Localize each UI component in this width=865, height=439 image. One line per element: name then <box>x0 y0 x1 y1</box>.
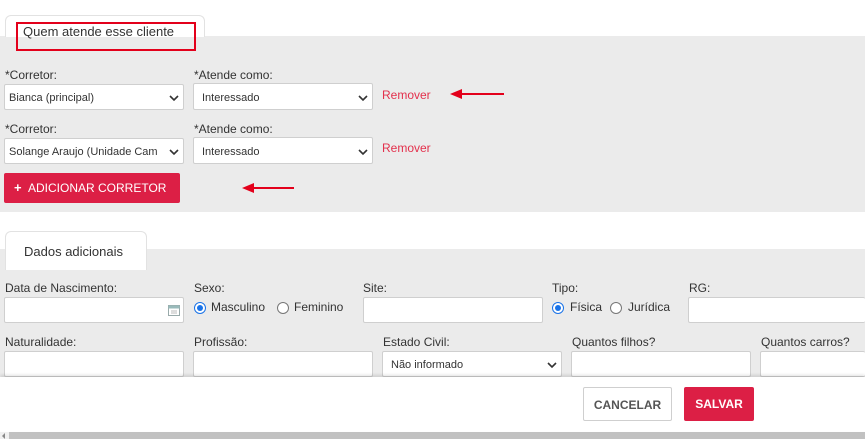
atende-label-2: *Atende como: <box>194 122 273 136</box>
naturalidade-label: Naturalidade: <box>5 335 77 349</box>
birth-date-input[interactable] <box>4 297 184 323</box>
sex-option-masculino: Masculino <box>211 300 266 314</box>
calendar-icon[interactable] <box>168 304 180 316</box>
tipo-option-fisica: Física <box>570 300 603 314</box>
horizontal-scrollbar[interactable] <box>0 432 865 439</box>
atende-value-1: Interessado <box>202 92 260 104</box>
chevron-down-icon <box>169 149 179 156</box>
save-label: SALVAR <box>695 397 743 411</box>
profissao-label: Profissão: <box>194 335 248 349</box>
chevron-down-icon <box>169 95 179 102</box>
additional-section-title: Dados adicionais <box>24 244 124 259</box>
birth-label: Data de Nascimento: <box>5 281 118 295</box>
estado-civil-select[interactable]: Não informado <box>382 351 562 377</box>
corretor-label-2: *Corretor: <box>5 122 58 136</box>
cancel-label: CANCELAR <box>593 398 662 412</box>
filhos-input[interactable] <box>571 351 751 377</box>
sex-radio-masculino[interactable] <box>194 302 206 314</box>
chevron-down-icon <box>358 95 368 102</box>
estado-civil-value: Não informado <box>391 359 464 371</box>
naturalidade-input[interactable] <box>4 351 184 377</box>
sex-radio-feminino[interactable] <box>277 302 289 314</box>
corretor-select-2[interactable]: Solange Araujo (Unidade Cam <box>4 138 184 164</box>
scroll-left-icon[interactable] <box>1 433 7 439</box>
site-input[interactable] <box>363 297 543 323</box>
filhos-label: Quantos filhos? <box>572 335 656 349</box>
remove-link-2[interactable]: Remover <box>382 141 431 155</box>
additional-section-tab: Dados adicionais <box>5 231 147 270</box>
atende-value-2: Interessado <box>202 146 260 158</box>
cancel-button[interactable]: CANCELAR <box>583 387 672 421</box>
corretor-value-2: Solange Araujo (Unidade Cam <box>9 146 158 158</box>
tipo-label: Tipo: <box>552 281 579 295</box>
corretor-label-1: *Corretor: <box>5 68 58 82</box>
save-button[interactable]: SALVAR <box>684 387 754 421</box>
profissao-input[interactable] <box>193 351 373 377</box>
chevron-down-icon <box>358 149 368 156</box>
plus-icon: + <box>14 180 22 195</box>
highlight-box <box>16 22 196 51</box>
sex-label: Sexo: <box>194 281 225 295</box>
remove-link-1[interactable]: Remover <box>382 88 431 102</box>
tipo-radio-juridica[interactable] <box>610 302 622 314</box>
add-corretor-label: ADICIONAR CORRETOR <box>28 181 167 195</box>
atende-select-1[interactable]: Interessado <box>193 83 373 110</box>
rg-label: RG: <box>689 281 711 295</box>
carros-label: Quantos carros? <box>761 335 850 349</box>
carros-input[interactable] <box>760 351 865 377</box>
chevron-down-icon <box>547 362 557 369</box>
site-label: Site: <box>363 281 388 295</box>
rg-input[interactable] <box>688 297 865 323</box>
atende-select-2[interactable]: Interessado <box>193 137 373 164</box>
arrow-annotation-2 <box>242 183 294 193</box>
estado-civil-label: Estado Civil: <box>383 335 450 349</box>
arrow-annotation-1 <box>450 89 504 99</box>
corretor-select-1[interactable]: Bianca (principal) <box>4 84 184 110</box>
sex-option-feminino: Feminino <box>294 300 344 314</box>
scrollbar-thumb[interactable] <box>9 432 865 439</box>
tipo-option-juridica: Jurídica <box>628 300 671 314</box>
corretor-value-1: Bianca (principal) <box>9 92 94 104</box>
tipo-radio-fisica[interactable] <box>552 302 564 314</box>
add-corretor-button[interactable]: + ADICIONAR CORRETOR <box>4 173 180 203</box>
atende-label-1: *Atende como: <box>194 68 273 82</box>
